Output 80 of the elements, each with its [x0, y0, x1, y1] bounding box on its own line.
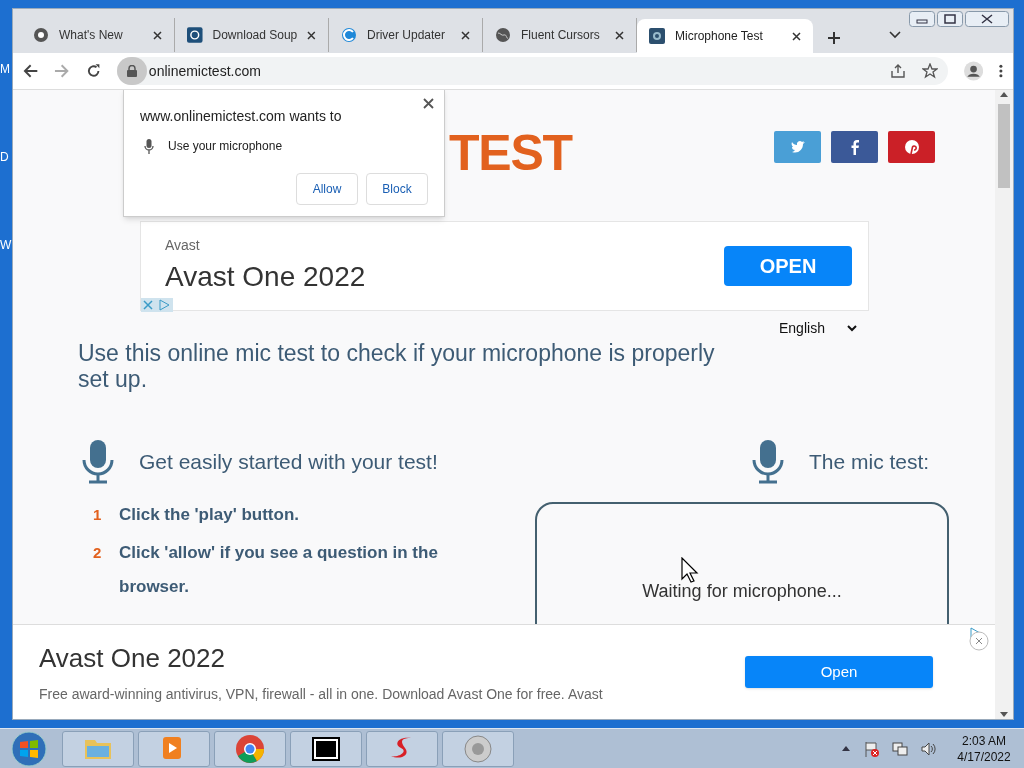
language-select[interactable]: English — [773, 316, 863, 340]
more-icon[interactable] — [999, 64, 1003, 78]
microphone-icon — [81, 440, 115, 484]
section-heading: The mic test: — [809, 449, 930, 476]
minimize-icon[interactable] — [909, 11, 935, 27]
star-icon[interactable] — [922, 63, 939, 79]
lock-icon — [126, 65, 137, 77]
tab-title: Fluent Cursors — [521, 27, 601, 44]
desktop-icon-label[interactable]: D — [0, 148, 12, 166]
pin-icon — [903, 139, 920, 155]
logo-text: TEST — [449, 128, 572, 178]
network-icon[interactable] — [892, 740, 908, 757]
new-tab-button[interactable] — [827, 31, 841, 45]
scroll-up-icon[interactable] — [1000, 92, 1008, 97]
step-text: Click the 'play' button. — [119, 504, 300, 526]
swirl-icon — [341, 27, 357, 43]
start-button[interactable] — [8, 729, 50, 768]
permission-button[interactable]: Block — [366, 173, 428, 205]
close-tab-icon[interactable] — [307, 30, 316, 40]
close-tab-icon[interactable] — [153, 30, 162, 40]
section-heading: Get easily started with your test! — [139, 449, 438, 476]
popup-title: www.onlinemictest.com wants to — [140, 107, 343, 126]
profile-icon[interactable] — [964, 61, 984, 81]
show-hidden-icons[interactable] — [842, 746, 850, 751]
mouse-cursor-icon — [681, 557, 701, 583]
ad-open-button[interactable]: OPEN — [724, 246, 852, 286]
taskbar-button[interactable] — [290, 730, 362, 767]
address-bar[interactable]: onlinemictest.com — [116, 57, 949, 85]
tab-title: What's New — [59, 27, 124, 44]
ad-open-button[interactable]: Open — [745, 656, 933, 688]
step-number: 2 — [93, 543, 103, 563]
close-tab-icon[interactable] — [615, 30, 624, 40]
clock-time[interactable]: 2:03 AM — [962, 732, 1006, 749]
browser-logo-icon — [33, 27, 49, 43]
close-tab-icon[interactable] — [792, 31, 801, 41]
permission-text: Use your microphone — [168, 138, 283, 155]
clock-date[interactable]: 4/17/2022 — [957, 748, 1011, 765]
back-icon[interactable] — [23, 63, 39, 79]
close-ad-icon[interactable] — [969, 631, 989, 651]
chevron-down-icon — [847, 324, 857, 332]
browser-tab[interactable]: Download Soup — [175, 18, 329, 52]
close-icon[interactable] — [965, 11, 1009, 27]
scroll-down-icon[interactable] — [1000, 712, 1008, 717]
microphone-icon — [144, 138, 154, 154]
ad-description: Free award-winning antivirus, VPN, firewall - all in one. Download Avast One for free. Avast — [39, 685, 603, 704]
plus-icon — [827, 31, 841, 45]
browser-tab[interactable]: Driver Updater — [329, 18, 483, 52]
browser-tab[interactable]: Fluent Cursors — [483, 18, 637, 52]
share-button[interactable] — [774, 131, 821, 163]
status-text: Waiting for microphone... — [642, 580, 842, 603]
step-number: 1 — [93, 505, 103, 525]
scrollbar-thumb[interactable] — [998, 104, 1010, 188]
share-button[interactable] — [831, 131, 878, 163]
url-text: onlinemictest.com — [148, 61, 261, 81]
flag-icon[interactable] — [864, 740, 880, 757]
volume-icon[interactable] — [920, 740, 936, 757]
share-icon[interactable] — [890, 63, 907, 79]
share-button[interactable] — [888, 131, 935, 163]
intro-text: Use this online mic test to check if your microphone is properly set up. — [78, 340, 716, 392]
close-icon[interactable] — [423, 98, 434, 109]
step-text: Click 'allow' if you see a question in the browser. — [119, 542, 439, 598]
reload-icon[interactable] — [85, 63, 101, 79]
ad-title: Avast One 2022 — [39, 642, 226, 675]
ad-choices-icon[interactable] — [969, 627, 981, 639]
microphone-icon — [751, 440, 785, 484]
browser-tab[interactable]: Microphone Test — [637, 19, 813, 53]
ad-title: Avast One 2022 — [165, 259, 366, 294]
browser-tab[interactable]: What's New — [21, 18, 175, 52]
permission-button[interactable]: Allow — [296, 173, 358, 205]
restore-icon[interactable] — [937, 11, 963, 27]
tab-title: Download Soup — [212, 27, 298, 44]
ad-brand: Avast — [165, 235, 201, 255]
close-tab-icon[interactable] — [461, 30, 470, 40]
desktop-icon-label[interactable]: W — [0, 236, 12, 254]
tab-title: Microphone Test — [675, 28, 764, 45]
desktop-icon-label[interactable]: M — [0, 60, 12, 78]
chevron-down-icon[interactable] — [889, 31, 901, 39]
magnifier-icon — [187, 27, 203, 43]
tab-title: Driver Updater — [367, 27, 447, 44]
twitter-bird-icon — [789, 139, 806, 155]
